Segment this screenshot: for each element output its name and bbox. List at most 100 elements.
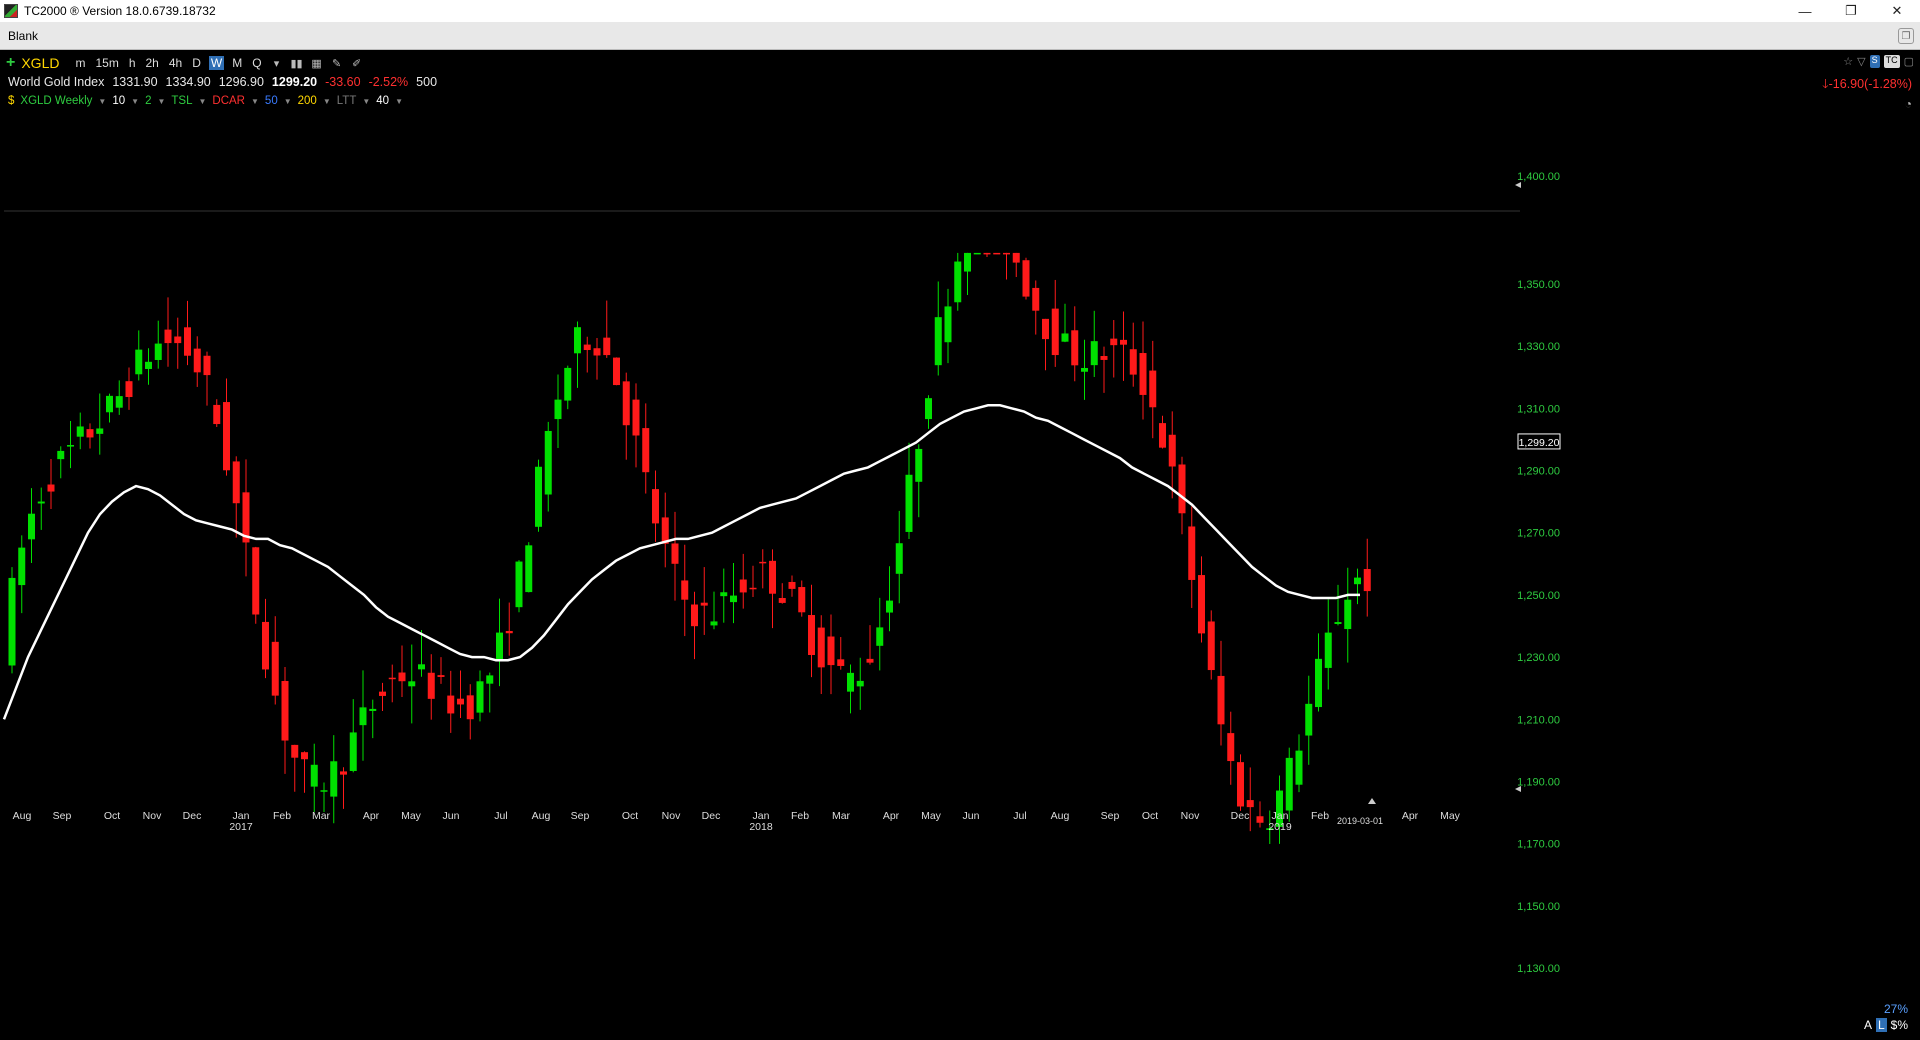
candle-body — [1188, 526, 1196, 580]
timeframe-w[interactable]: W — [208, 56, 225, 70]
indicator-ltt[interactable]: LTT — [337, 95, 357, 107]
scale-mode-list: A L $% — [1864, 1018, 1908, 1032]
candle-body — [232, 461, 240, 504]
restore-pane-icon[interactable]: ❐ — [1898, 28, 1914, 44]
candle-body — [886, 600, 893, 613]
y-tick-label: 1,250.00 — [1517, 590, 1560, 602]
timeframe-m[interactable]: m — [73, 56, 87, 70]
menu-caret-icon[interactable]: ▾ — [270, 57, 284, 70]
candle-body — [154, 343, 162, 360]
indicator-40[interactable]: 40 — [376, 95, 389, 107]
chevron-down-icon[interactable]: ▼ — [323, 97, 331, 106]
y-tick-label: 1,230.00 — [1517, 652, 1560, 664]
scan-tag-icon[interactable]: S — [1869, 55, 1880, 68]
chevron-down-icon[interactable]: ▼ — [98, 97, 106, 106]
x-month-label: Oct — [1142, 810, 1158, 822]
zoom-level[interactable]: 27% — [1864, 1002, 1908, 1016]
candle-body — [544, 430, 552, 495]
x-month-label: Mar — [832, 810, 851, 822]
layout-tab[interactable]: Blank — [8, 29, 38, 43]
candle-body — [837, 659, 845, 666]
candle-body — [252, 547, 260, 615]
chevron-down-icon[interactable]: ▼ — [157, 97, 165, 106]
candle-body — [1042, 318, 1049, 340]
candle-body — [652, 489, 659, 524]
candle-body — [466, 695, 474, 720]
candle-body — [164, 329, 172, 344]
indicator-line: $ XGLD Weekly ▼ 10 ▼ 2 ▼ TSL ▼ DCAR ▼ 50 ▼ 200 ▼ LTT… — [8, 95, 403, 107]
scale-controls: 27% A L $% — [1864, 1002, 1908, 1032]
tc-tag-icon[interactable]: TC — [1883, 55, 1900, 68]
title-bar: TC2000 ® Version 18.0.6739.18732 — ❐ ✕ — [0, 0, 1920, 22]
candle-body — [954, 261, 962, 303]
candle-body — [808, 615, 815, 656]
x-month-label: Dec — [1231, 810, 1250, 822]
timeframe-q[interactable]: Q — [250, 56, 263, 70]
close-button[interactable]: ✕ — [1874, 0, 1920, 22]
timeframe-4h[interactable]: 4h — [167, 56, 184, 70]
annotation-tool-icon[interactable]: ✐ — [350, 57, 364, 70]
chevron-down-icon[interactable]: ▼ — [198, 97, 206, 106]
candle-body — [759, 561, 767, 564]
candle-body — [1256, 816, 1264, 823]
candle-body — [1246, 800, 1254, 808]
gauge-icon[interactable]: ◔ — [1905, 97, 1912, 111]
candle-body — [934, 317, 942, 366]
current-date-marker-icon — [1368, 798, 1376, 804]
minimize-button[interactable]: — — [1782, 0, 1828, 22]
candle-body — [388, 677, 396, 680]
candle-body — [408, 681, 416, 687]
bar-chart-icon[interactable]: ▮▮ — [290, 57, 304, 70]
timeframe-d[interactable]: D — [190, 56, 203, 70]
candle-body — [1051, 308, 1059, 356]
x-year-label: 2017 — [229, 821, 253, 833]
candle-body — [106, 395, 113, 413]
candle-body — [691, 604, 698, 627]
chevron-down-icon[interactable]: ▼ — [251, 97, 259, 106]
draw-tool-icon[interactable]: ✎ — [330, 57, 344, 70]
options-box-icon[interactable]: ▢ — [1904, 55, 1914, 68]
symbol-label[interactable]: XGLD — [21, 55, 59, 71]
indicator-200[interactable]: 200 — [298, 95, 317, 107]
x-month-label: Jun — [443, 810, 460, 822]
candle-body — [310, 764, 318, 787]
timeframe-h[interactable]: h — [127, 56, 138, 70]
timeframe-15m[interactable]: 15m — [93, 56, 120, 70]
candle-body — [125, 381, 133, 398]
scale-mode-a[interactable]: A — [1864, 1018, 1872, 1032]
scale-mode-l[interactable]: L — [1875, 1018, 1887, 1032]
candle-body — [8, 577, 16, 666]
candle-body — [184, 327, 191, 356]
chart-window[interactable]: 1,400.00 1,350.00 1,330.00 1,310.00 1,290.00… — [0, 51, 1920, 1040]
candle-body — [973, 252, 981, 255]
chart-label[interactable]: XGLD Weekly — [20, 95, 92, 107]
indicator-dcar[interactable]: DCAR — [212, 95, 245, 107]
candle-body — [700, 602, 708, 606]
restore-button[interactable]: ❐ — [1828, 0, 1874, 22]
candle-body — [1139, 353, 1147, 395]
x-month-label: Sep — [571, 810, 590, 822]
timeframe-2h[interactable]: 2h — [144, 56, 161, 70]
candle-body — [925, 398, 932, 420]
candle-body — [905, 474, 913, 532]
candle-body — [739, 579, 747, 593]
candle-body — [964, 252, 971, 272]
candle-body — [457, 698, 464, 705]
indicator-50[interactable]: 50 — [265, 95, 278, 107]
candle-body — [486, 675, 494, 684]
grid-tool-icon[interactable]: ▦ — [310, 57, 324, 70]
timeframe-m[interactable]: M — [230, 56, 244, 70]
star-icon[interactable]: ☆ — [1843, 55, 1853, 68]
chevron-down-icon[interactable]: ▼ — [362, 97, 370, 106]
indicator-tsl[interactable]: TSL — [171, 95, 192, 107]
scale-mode-dollarpct[interactable]: $% — [1891, 1018, 1908, 1032]
chevron-down-icon[interactable]: ▼ — [284, 97, 292, 106]
indicator-10[interactable]: 10 — [112, 95, 125, 107]
add-symbol-icon[interactable]: + — [6, 55, 15, 71]
chevron-down-icon[interactable]: ▼ — [131, 97, 139, 106]
chevron-down-icon[interactable]: ▼ — [395, 97, 403, 106]
right-change-value: -16.90(-1.28%) — [1828, 77, 1912, 91]
price-chart[interactable]: 1,400.00 1,350.00 1,330.00 1,310.00 1,290.00… — [0, 51, 1920, 1040]
indicator-2[interactable]: 2 — [145, 95, 151, 107]
flag-icon[interactable]: ▽ — [1857, 55, 1865, 68]
